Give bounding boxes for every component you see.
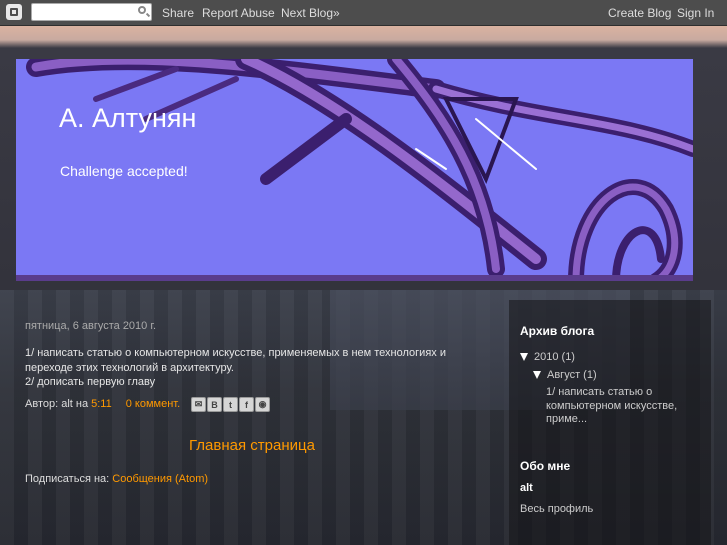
archive-month-august[interactable]: Август (1) [533, 369, 597, 381]
header-bottom-bar [16, 275, 693, 281]
author-name-link[interactable]: alt [520, 482, 533, 494]
sign-in-link[interactable]: Sign In [677, 6, 714, 20]
blog-description: Challenge accepted! [60, 163, 188, 179]
blog-archive-title: Архив блога [520, 324, 595, 338]
blogger-navbar: Share Report Abuse Next Blog» Create Blo… [0, 0, 727, 26]
subscribe-label: Подписаться на: [25, 473, 113, 485]
post-date: пятница, 6 августа 2010 г. [25, 320, 157, 332]
post-time-link[interactable]: 5:11 [91, 398, 112, 410]
home-link[interactable]: Главная страница [189, 437, 315, 454]
share-link[interactable]: Share [162, 6, 194, 20]
archive-month-label[interactable]: Август (1) [547, 369, 597, 381]
post-footer: Автор: alt на 5:11 0 коммент. [25, 398, 180, 410]
expand-triangle-icon[interactable] [520, 353, 528, 362]
email-share-icon[interactable]: ✉ [191, 397, 206, 412]
post-comments-link[interactable]: 0 коммент. [126, 398, 180, 410]
post-line-1: 1/ написать статью о компьютерном искусс… [25, 347, 446, 374]
search-icon[interactable] [138, 6, 146, 14]
post-body: 1/ написать статью о компьютерном искусс… [25, 346, 465, 390]
blog-header: А. Алтунян Challenge accepted! [16, 59, 693, 281]
subscribe-line: Подписаться на: Сообщения (Atom) [25, 473, 208, 485]
twitter-share-icon[interactable]: t [223, 397, 238, 412]
next-blog-link[interactable]: Next Blog» [281, 6, 340, 20]
search-input[interactable] [31, 3, 152, 21]
report-abuse-link[interactable]: Report Abuse [202, 6, 275, 20]
post-line-2: 2/ дописать первую главу [25, 376, 156, 388]
blogger-logo-icon[interactable] [6, 4, 22, 20]
facebook-share-icon[interactable]: f [239, 397, 254, 412]
archive-post-link[interactable]: 1/ написать статью о компьютерном искусс… [546, 386, 706, 427]
archive-year-label[interactable]: 2010 (1) [534, 351, 575, 363]
about-me-title: Обо мне [520, 459, 571, 473]
buzz-share-icon[interactable]: ◉ [255, 397, 270, 412]
expand-triangle-icon[interactable] [533, 371, 541, 380]
create-blog-link[interactable]: Create Blog [608, 6, 671, 20]
atom-feed-link[interactable]: Сообщения (Atom) [112, 473, 208, 485]
post-author-label: Автор: alt на [25, 398, 92, 410]
blogthis-icon[interactable]: B [207, 397, 222, 412]
share-buttons: ✉ B t f ◉ [191, 397, 270, 413]
full-profile-link[interactable]: Весь профиль [520, 503, 593, 515]
blog-title[interactable]: А. Алтунян [59, 103, 196, 134]
archive-year-2010[interactable]: 2010 (1) [520, 351, 575, 363]
